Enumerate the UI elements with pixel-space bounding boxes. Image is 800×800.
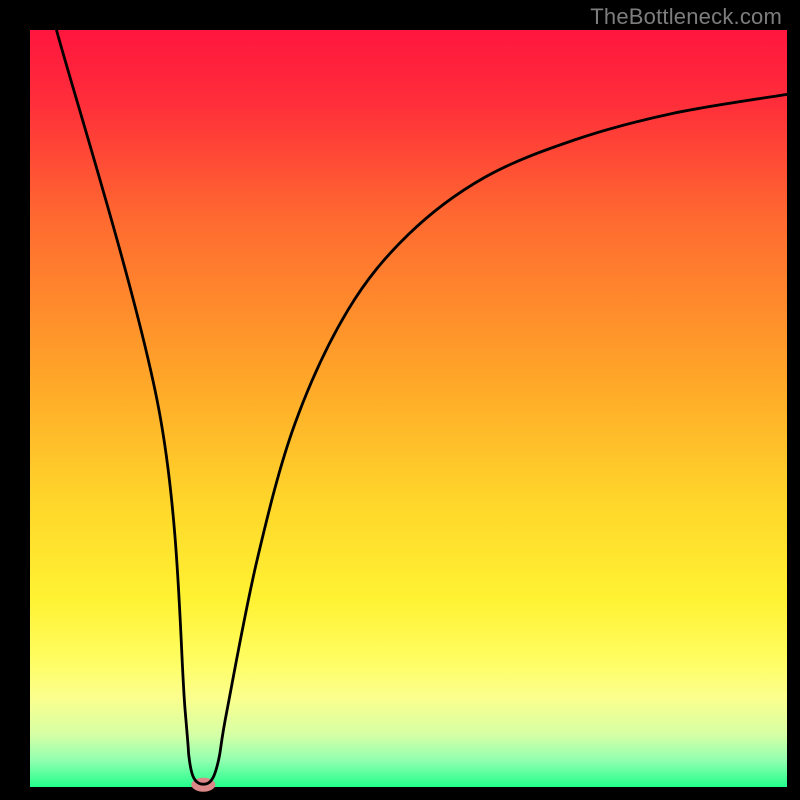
watermark-text: TheBottleneck.com (590, 4, 782, 30)
chart-frame: TheBottleneck.com (0, 0, 800, 800)
bottleneck-chart (0, 0, 800, 800)
gradient-background (30, 30, 787, 787)
